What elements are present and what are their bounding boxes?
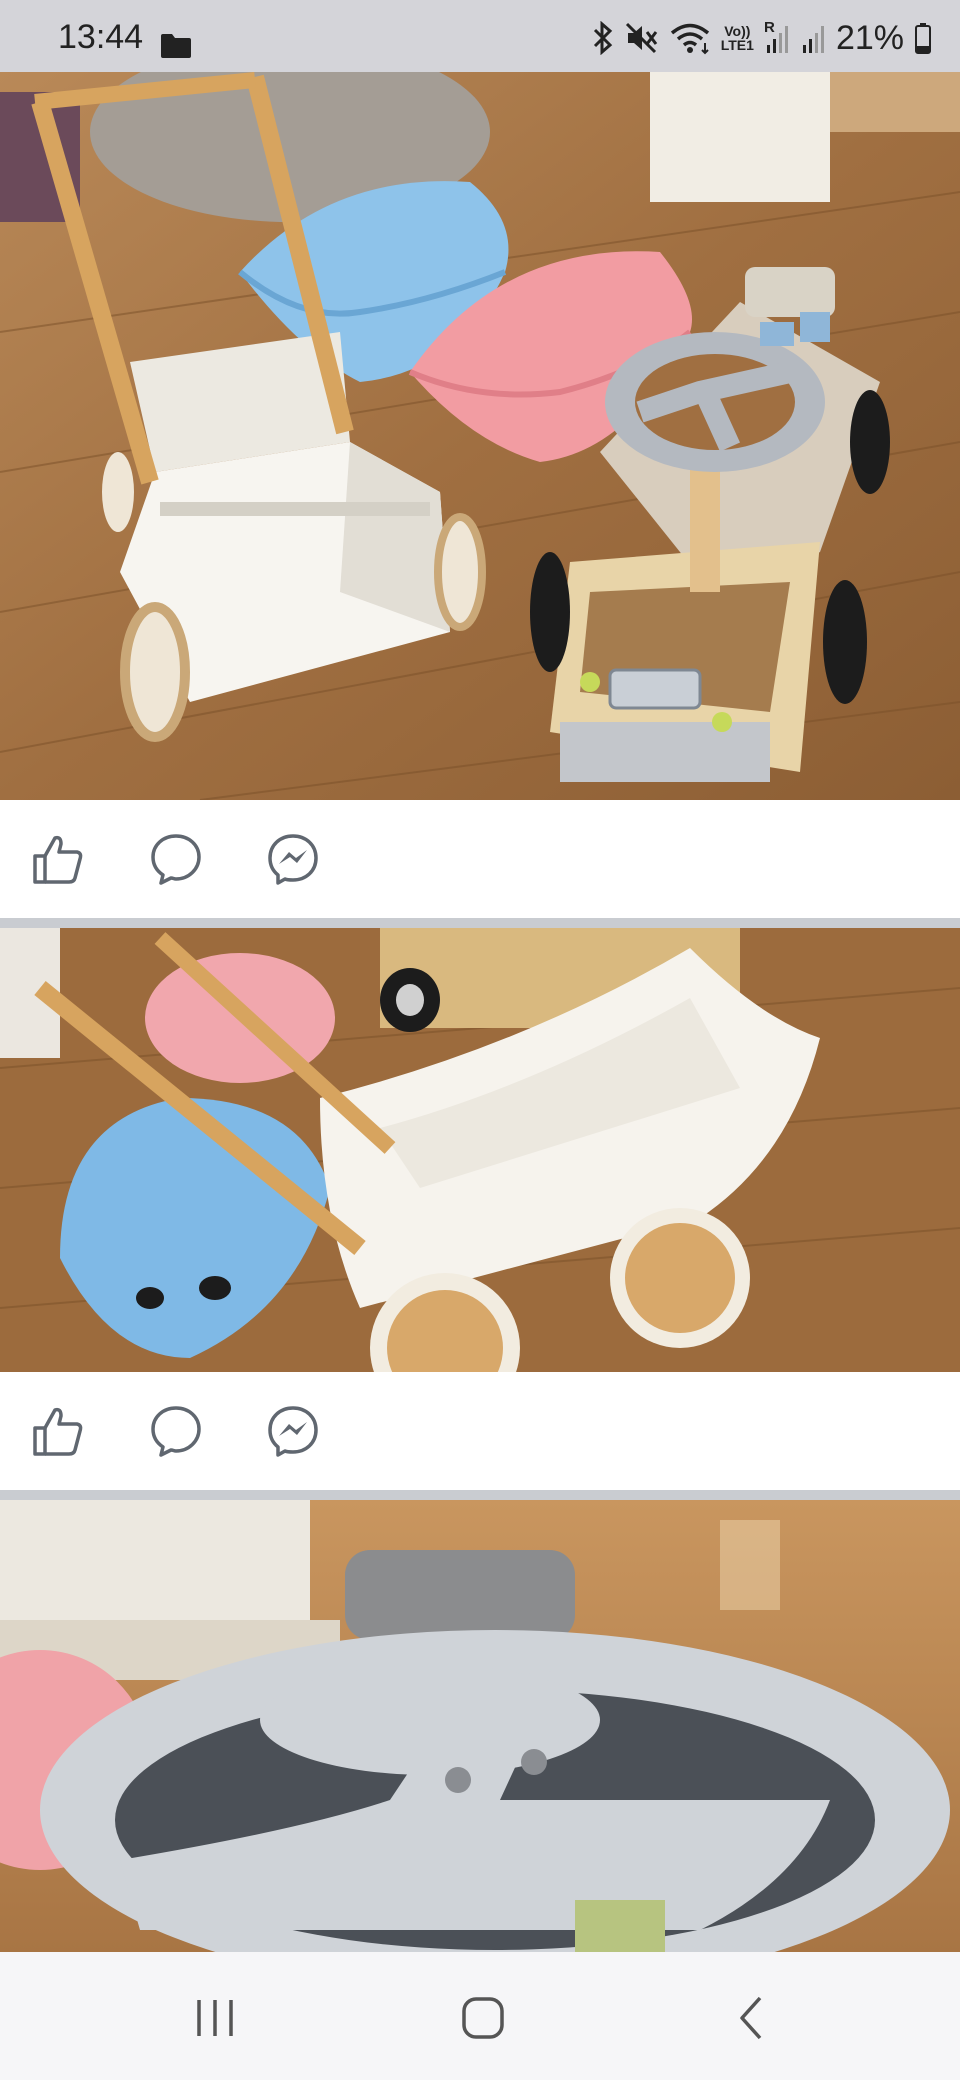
folder-icon: [161, 34, 191, 58]
recent-apps-icon: [197, 2000, 233, 2036]
network-lte: LTE1: [720, 37, 754, 53]
signal-1: R: [764, 19, 790, 55]
home-button[interactable]: [453, 1988, 513, 2048]
comment-icon: [151, 834, 201, 885]
like-icon: [33, 835, 83, 884]
status-time: 13:44: [58, 18, 144, 56]
messenger-icon: [268, 834, 318, 885]
battery-percent: 21%: [835, 18, 904, 57]
bluetooth-icon: [593, 21, 612, 55]
home-icon: [462, 1997, 504, 2039]
mute-icon: [625, 22, 657, 54]
like-button[interactable]: [28, 1401, 88, 1461]
messenger-icon: [268, 1406, 318, 1457]
send-messenger-button[interactable]: [263, 1401, 323, 1461]
post-photo[interactable]: [0, 1500, 960, 1952]
toy-pram-side-photo: [0, 928, 960, 1372]
status-icons: Vo)) LTE1 R 21%: [591, 18, 932, 58]
network-label: Vo)) LTE1: [721, 24, 754, 52]
wifi-icon: [670, 23, 709, 55]
comment-icon: [151, 1406, 201, 1457]
comment-button[interactable]: [146, 829, 206, 889]
comment-button[interactable]: [146, 1401, 206, 1461]
system-nav-bar: [0, 1952, 960, 2080]
network-volte: Vo)): [724, 23, 751, 39]
post-actions: [0, 1372, 960, 1490]
steering-wheel-photo: [0, 1500, 960, 1952]
like-button[interactable]: [28, 829, 88, 889]
like-icon: [33, 1407, 83, 1456]
status-bar: 13:44 Vo)) LTE1 R 21%: [0, 0, 960, 72]
post-photo[interactable]: [0, 72, 960, 800]
recent-apps-button[interactable]: [185, 1988, 245, 2048]
toy-pram-photo: [0, 72, 960, 800]
post-divider: [0, 918, 960, 928]
post-divider: [0, 1490, 960, 1500]
post-actions: [0, 800, 960, 918]
post-photo[interactable]: [0, 928, 960, 1372]
signal-icon: [802, 26, 824, 53]
send-messenger-button[interactable]: [263, 829, 323, 889]
signal-icon: [766, 26, 788, 53]
battery-icon: [915, 23, 931, 54]
back-icon: [740, 1996, 762, 2040]
back-button[interactable]: [722, 1988, 782, 2048]
